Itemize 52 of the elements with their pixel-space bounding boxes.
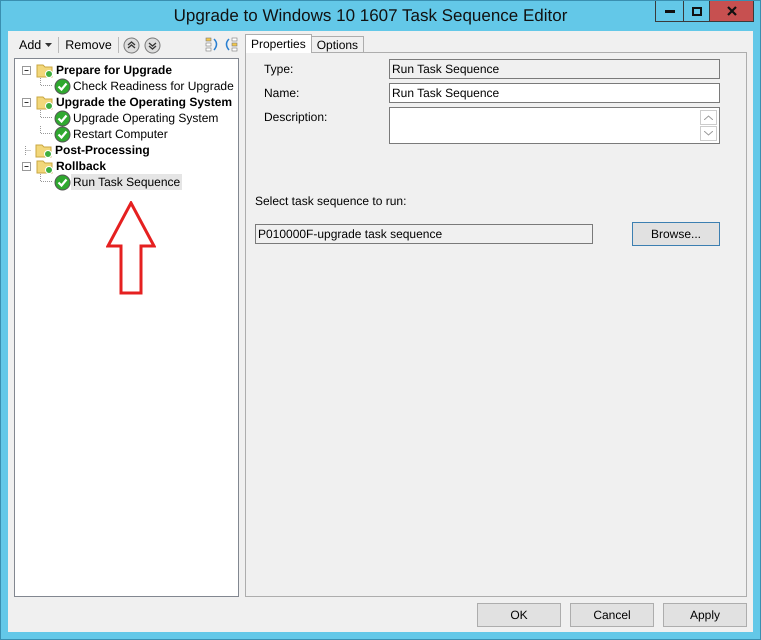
- select-sequence-label: Select task sequence to run:: [255, 194, 406, 208]
- close-icon: [726, 6, 736, 16]
- collapse-icon[interactable]: [22, 162, 31, 170]
- type-field: Run Task Sequence: [389, 59, 720, 79]
- check-icon: [54, 78, 71, 94]
- folder-icon: [36, 158, 54, 174]
- tree-item[interactable]: Prepare for Upgrade: [54, 62, 174, 78]
- tab[interactable]: Options: [310, 36, 364, 53]
- tree-line-icon: [40, 78, 52, 86]
- browse-button[interactable]: Browse...: [632, 222, 720, 246]
- window-title: Upgrade to Windows 10 1607 Task Sequence Editor: [174, 6, 568, 26]
- collapse-icon[interactable]: [22, 98, 31, 106]
- check-icon: [54, 174, 71, 190]
- folder-icon: [36, 62, 54, 78]
- check-icon: [54, 126, 71, 142]
- sequence-field: P010000F-upgrade task sequence: [255, 224, 593, 244]
- close-button[interactable]: [709, 1, 754, 22]
- dialog-button[interactable]: OK: [477, 603, 561, 627]
- tree-line-icon: [40, 110, 52, 118]
- folder-icon: [36, 94, 54, 110]
- caret-icon: [45, 43, 52, 47]
- expand-all-icon[interactable]: [205, 37, 220, 53]
- tree-line-icon: [40, 126, 52, 134]
- tree-item[interactable]: Post-Processing: [53, 142, 152, 158]
- tree-item[interactable]: Upgrade the Operating System: [54, 94, 234, 110]
- type-label: Type:: [263, 61, 294, 76]
- maximize-icon: [692, 6, 702, 16]
- name-label: Name:: [263, 85, 300, 100]
- tab[interactable]: Properties: [245, 34, 312, 53]
- dialog-button[interactable]: Apply: [663, 603, 747, 627]
- description-label: Description:: [263, 109, 328, 124]
- tree-item[interactable]: Check Readiness for Upgrade: [71, 78, 236, 94]
- move-up-icon[interactable]: [122, 36, 140, 54]
- tree-line-icon: [40, 174, 52, 182]
- folder-icon: [35, 142, 53, 158]
- tree-item[interactable]: Restart Computer: [71, 126, 170, 142]
- collapse-icon[interactable]: [22, 66, 31, 74]
- name-field[interactable]: Run Task Sequence: [389, 83, 720, 103]
- minimize-button[interactable]: [655, 1, 684, 22]
- description-field[interactable]: [389, 107, 720, 144]
- move-down-icon[interactable]: [144, 36, 161, 54]
- remove-button[interactable]: Remove: [63, 38, 114, 52]
- tree-item[interactable]: Rollback: [54, 158, 108, 174]
- check-icon: [54, 110, 71, 126]
- tree-item[interactable]: Upgrade Operating System: [71, 110, 220, 126]
- scroll-down-icon[interactable]: [704, 131, 713, 136]
- minimize-icon: [664, 10, 674, 12]
- tree-item[interactable]: Run Task Sequence: [71, 174, 182, 190]
- scroll-up-icon[interactable]: [704, 115, 713, 120]
- dialog-button[interactable]: Cancel: [570, 603, 654, 627]
- collapse-all-icon[interactable]: [224, 37, 239, 53]
- add-button[interactable]: Add: [17, 38, 54, 52]
